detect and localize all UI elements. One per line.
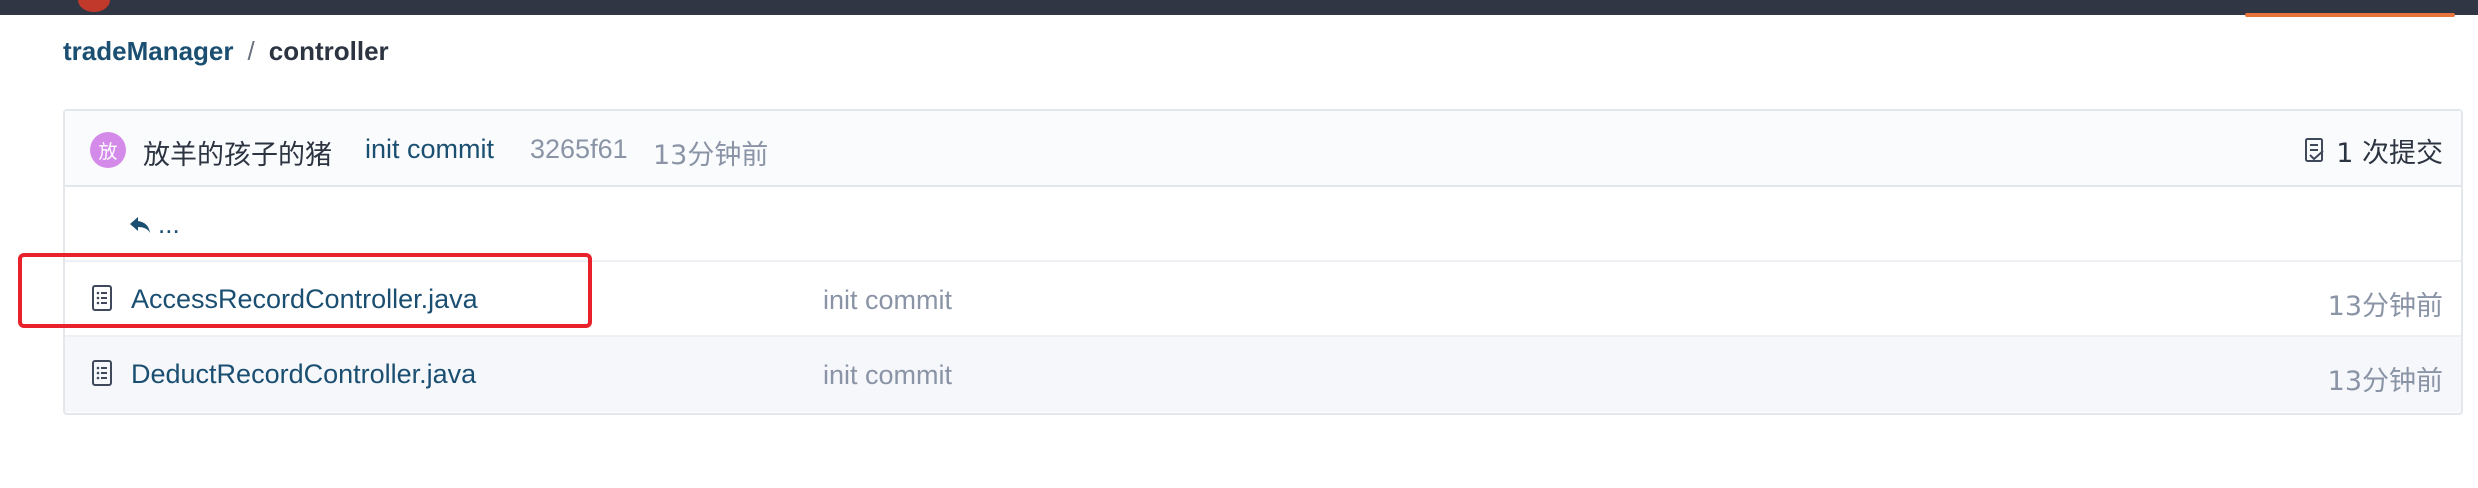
file-text-icon bbox=[92, 360, 112, 386]
commit-author[interactable]: 放羊的孩子的猪 bbox=[143, 133, 332, 172]
commit-history-icon bbox=[2305, 137, 2324, 162]
avatar[interactable]: 放 bbox=[90, 132, 126, 168]
file-commit-time: 13分钟前 bbox=[2327, 366, 2443, 397]
top-nav-bar bbox=[0, 0, 2478, 17]
breadcrumb: tradeManager / controller bbox=[63, 36, 389, 67]
commit-count-link[interactable]: 1 次提交 bbox=[2304, 131, 2443, 170]
reply-arrow-icon bbox=[130, 216, 150, 233]
nav-accent bbox=[2245, 13, 2455, 17]
parent-directory-label: ... bbox=[158, 209, 180, 239]
file-commit-time: 13分钟前 bbox=[2327, 291, 2443, 322]
breadcrumb-current-folder: controller bbox=[268, 36, 389, 66]
latest-commit-header: 放 放羊的孩子的猪 init commit 3265f61 13分钟前 1 次提… bbox=[65, 111, 2461, 187]
highlight-annotation-box bbox=[18, 253, 592, 328]
file-commit-message[interactable]: init commit bbox=[823, 360, 952, 391]
commit-count-label: 1 次提交 bbox=[2336, 138, 2443, 169]
logo-icon[interactable] bbox=[78, 0, 110, 12]
table-row[interactable]: DeductRecordController.java init commit … bbox=[65, 337, 2461, 412]
file-name-link[interactable]: DeductRecordController.java bbox=[131, 359, 476, 390]
breadcrumb-repo-link[interactable]: tradeManager bbox=[63, 36, 234, 67]
file-commit-message[interactable]: init commit bbox=[823, 285, 952, 316]
commit-hash[interactable]: 3265f61 bbox=[530, 134, 628, 165]
breadcrumb-separator: / bbox=[247, 36, 255, 66]
parent-directory-link[interactable]: ... bbox=[128, 209, 180, 240]
commit-time: 13分钟前 bbox=[653, 140, 769, 171]
commit-message-link[interactable]: init commit bbox=[365, 134, 494, 165]
parent-directory-row[interactable]: ... bbox=[65, 187, 2461, 262]
